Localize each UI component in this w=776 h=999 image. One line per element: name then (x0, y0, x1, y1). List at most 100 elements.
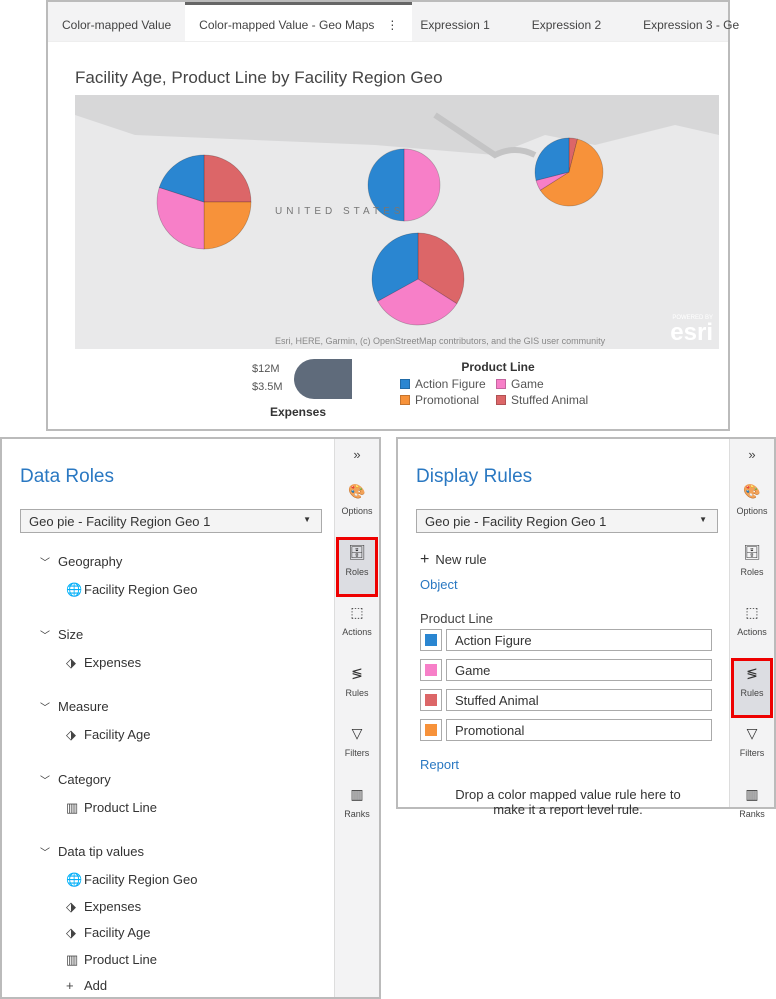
plus-icon: + (66, 978, 74, 993)
size-legend: $12M $3.5M Expenses (252, 359, 362, 419)
select-value: Geo pie - Facility Region Geo 1 (425, 514, 607, 529)
color-rule[interactable]: Game (420, 659, 712, 681)
rail-label: Options (736, 506, 768, 516)
tab-expression-1[interactable]: Expression 1 (412, 2, 503, 41)
role-item[interactable]: 🌐 Facility Region Geo (66, 582, 197, 598)
role-section-measure[interactable]: ﹀ Measure (40, 699, 109, 714)
rail-roles[interactable]: 🗄 Roles (732, 538, 772, 596)
rail-ranks[interactable]: ▥ Ranks (732, 780, 772, 838)
role-item[interactable]: ⬗ Expenses (66, 899, 141, 915)
chevron-down-icon: ﹀ (40, 558, 50, 569)
legend-item[interactable]: Stuffed Animal (496, 393, 596, 407)
role-section-category[interactable]: ﹀ Category (40, 772, 111, 787)
rule-value-field[interactable]: Game (446, 659, 712, 681)
legend-label: Stuffed Animal (511, 393, 589, 407)
rule-value-field[interactable]: Action Figure (446, 629, 712, 651)
chart-title: Facility Age, Product Line by Facility R… (75, 68, 443, 87)
actions-icon: ⬚ (350, 604, 364, 620)
role-item[interactable]: ▥ Product Line (66, 800, 157, 816)
role-item-label: Product Line (84, 951, 157, 967)
rail-actions[interactable]: ⬚ Actions (337, 598, 377, 656)
esri-logo: POWERED BY esri (670, 315, 713, 345)
legend-item[interactable]: Promotional (400, 393, 496, 407)
role-item-label: Product Line (84, 799, 157, 815)
role-item-label: Facility Age (84, 727, 151, 742)
role-item[interactable]: + Add (66, 978, 107, 993)
actions-icon: ⬚ (745, 604, 759, 620)
object-select[interactable]: Geo pie - Facility Region Geo 1 ▼ (20, 509, 322, 533)
color-legend-title: Product Line (461, 360, 535, 374)
new-rule-button[interactable]: + New rule (420, 551, 487, 569)
rail-rules[interactable]: ≶ Rules (337, 659, 377, 717)
category-icon: ▥ (66, 951, 79, 967)
role-item[interactable]: ⬗ Expenses (66, 655, 141, 671)
color-legend: Product Line Action Figure Game Promotiona… (400, 360, 596, 407)
color-rule[interactable]: Promotional (420, 719, 712, 741)
legend-item[interactable]: Action Figure (400, 377, 496, 391)
globe-icon: 🌐 (66, 582, 83, 597)
tab-label: Color-mapped Value - Geo Maps (199, 18, 375, 32)
esri-wordmark: esri (670, 319, 713, 346)
rail-filters[interactable]: ▽ Filters (732, 719, 772, 777)
rail-rules[interactable]: ≶ Rules (731, 657, 773, 718)
legend-item[interactable]: Game (496, 377, 596, 391)
rail-label: Ranks (344, 808, 370, 819)
color-rule[interactable]: Stuffed Animal (420, 689, 712, 711)
legend-swatch (496, 395, 506, 405)
collapse-panel-button[interactable]: » (337, 447, 377, 467)
color-swatch-button[interactable] (420, 689, 442, 711)
rules-icon: ≶ (351, 664, 363, 681)
rail-actions[interactable]: ⬚ Actions (732, 598, 772, 656)
ranks-icon: ▥ (350, 785, 364, 802)
display-rules-panel: Display Rules Geo pie - Facility Region … (396, 437, 776, 819)
roles-icon: 🗄 (348, 543, 366, 560)
object-select[interactable]: Geo pie - Facility Region Geo 1 ▼ (416, 509, 718, 533)
measure-icon: ⬗ (66, 925, 76, 940)
measure-icon: ⬗ (66, 727, 76, 742)
right-rail: » 🎨 Options 🗄 Roles ⬚ Actions ≶ Rules ▽ Filters ▥ Ra… (729, 439, 774, 819)
color-swatch-button[interactable] (420, 719, 442, 741)
role-item[interactable]: ▥ Product Line (66, 952, 157, 968)
rule-value-field[interactable]: Stuffed Animal (446, 689, 712, 711)
size-legend-max: $12M (252, 363, 280, 375)
section-label: Measure (58, 699, 109, 714)
panel-title: Display Rules (416, 466, 533, 487)
rail-options[interactable]: 🎨 Options (337, 477, 377, 535)
color-swatch-button[interactable] (420, 629, 442, 651)
tab-expression-3[interactable]: Expression 3 - Ge (615, 2, 753, 41)
category-icon: ▥ (66, 799, 79, 815)
rail-roles[interactable]: 🗄 Roles (336, 536, 378, 597)
collapse-panel-button[interactable]: » (732, 447, 772, 467)
rule-group-label: Product Line (420, 611, 493, 626)
chevron-down-icon: ▼ (303, 515, 311, 524)
role-item[interactable]: 🌐 Facility Region Geo (66, 872, 197, 888)
role-item[interactable]: ⬗ Facility Age (66, 925, 150, 941)
rail-ranks[interactable]: ▥ Ranks (337, 780, 377, 838)
role-item[interactable]: ⬗ Facility Age (66, 727, 150, 743)
role-section-size[interactable]: ﹀ Size (40, 627, 83, 642)
tab-expression-2[interactable]: Expression 2 (504, 2, 615, 41)
color-rule[interactable]: Action Figure (420, 629, 712, 651)
rail-label: Rules (345, 687, 369, 698)
geo-map[interactable]: UNITED STATES Esri, HERE, Garmin, (c) Op… (75, 95, 719, 349)
drop-zone-text: Drop a color mapped value rule here to m… (455, 787, 681, 817)
tab-geo-maps[interactable]: Color-mapped Value - Geo Maps ⋮ (185, 2, 413, 41)
rail-options[interactable]: 🎨 Options (732, 477, 772, 535)
role-section-data-tip-values[interactable]: ﹀ Data tip values (40, 844, 144, 859)
section-label: Size (58, 626, 84, 642)
legend-swatch (400, 395, 410, 405)
tab-color-mapped-value[interactable]: Color-mapped Value (48, 2, 185, 41)
more-icon[interactable]: ⋮ (386, 18, 398, 41)
options-icon: 🎨 (743, 483, 761, 499)
role-item-label: Expenses (84, 898, 142, 914)
rail-label: Actions (737, 627, 767, 637)
rail-label: Roles (345, 566, 369, 577)
rail-filters[interactable]: ▽ Filters (337, 719, 377, 777)
pie-layer (75, 95, 719, 349)
filters-icon: ▽ (746, 725, 758, 741)
section-label: Data tip values (58, 844, 144, 859)
rule-value-field[interactable]: Promotional (446, 719, 712, 741)
role-section-geography[interactable]: ﹀ Geography (40, 554, 122, 569)
chevron-down-icon: ﹀ (40, 848, 50, 859)
color-swatch-button[interactable] (420, 659, 442, 681)
